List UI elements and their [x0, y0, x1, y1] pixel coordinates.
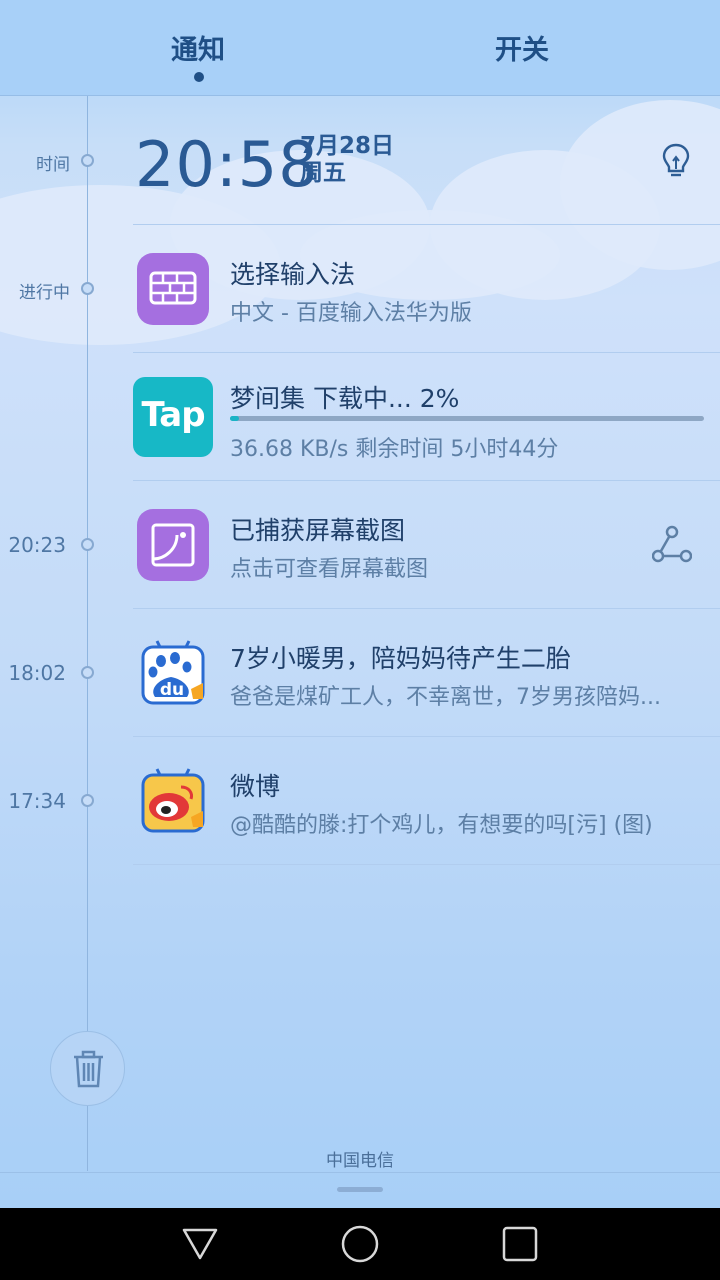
timeline-time: 18:02: [8, 661, 66, 685]
timeline-time: 17:34: [8, 789, 66, 813]
download-progress-fill: [230, 416, 240, 421]
drag-handle[interactable]: [337, 1187, 383, 1192]
lightbulb-icon[interactable]: [660, 142, 692, 184]
share-icon[interactable]: [651, 525, 693, 569]
timeline-label-ongoing: 进行中: [19, 283, 70, 303]
date-text: 7月28日: [300, 133, 395, 159]
timeline-time: 20:23: [8, 533, 66, 557]
notification-subtitle: 中文 - 百度输入法华为版: [230, 301, 472, 326]
notification-baidu-news[interactable]: du 7岁小暖男，陪妈妈待产生二胎 爸爸是煤矿工人，不幸离世，7岁男孩陪妈...: [133, 609, 720, 737]
notification-title: 梦间集 下载中... 2%: [230, 384, 460, 413]
home-button[interactable]: [340, 1224, 380, 1268]
timeline-dot: [81, 794, 94, 807]
baidu-icon-text: du: [159, 680, 185, 700]
divider: [0, 1172, 720, 1173]
notification-title: 微博: [230, 772, 281, 801]
tab-switches[interactable]: 开关: [442, 28, 602, 67]
timeline-dot: [81, 538, 94, 551]
notification-subtitle: 点击可查看屏幕截图: [230, 557, 429, 582]
back-icon: [182, 1228, 218, 1260]
timeline-line: [87, 96, 88, 1171]
notification-subtitle: 爸爸是煤矿工人，不幸离世，7岁男孩陪妈...: [230, 685, 661, 710]
screenshot-icon: [137, 509, 209, 581]
active-tab-indicator: [194, 72, 204, 82]
notification-title: 选择输入法: [230, 260, 356, 289]
notification-download[interactable]: Tap 梦间集 下载中... 2% 36.68 KB/s 剩余时间 5小时44分: [133, 353, 720, 481]
weibo-icon: [137, 765, 209, 837]
tap-icon-text: Tap: [141, 395, 205, 435]
notification-subtitle: @酷酷的滕:打个鸡儿，有想要的吗[污] (图): [230, 813, 653, 838]
notification-input-method[interactable]: 选择输入法 中文 - 百度输入法华为版: [133, 225, 720, 353]
notification-screenshot[interactable]: 已捕获屏幕截图 点击可查看屏幕截图: [133, 481, 720, 609]
recents-icon: [502, 1226, 538, 1262]
download-progress-bar: [230, 416, 704, 421]
navigation-bar: [0, 1208, 720, 1280]
notification-weibo[interactable]: 微博 @酷酷的滕:打个鸡儿，有想要的吗[污] (图): [133, 737, 720, 865]
trash-icon: [74, 1050, 103, 1088]
notification-title: 已捕获屏幕截图: [230, 516, 406, 545]
notification-shade: 通知 开关 时间 进行中 20:23 18:02 17:34 20:58 7月2…: [0, 0, 720, 1208]
keyboard-icon: [137, 253, 209, 325]
tab-bar: 通知 开关: [0, 0, 720, 96]
notification-subtitle: 36.68 KB/s 剩余时间 5小时44分: [230, 437, 559, 462]
weekday-text: 周五: [300, 160, 346, 186]
tab-notifications[interactable]: 通知: [118, 28, 278, 67]
timeline-dot: [81, 154, 94, 167]
clear-all-button[interactable]: [50, 1031, 125, 1106]
notification-title: 7岁小暖男，陪妈妈待产生二胎: [230, 644, 571, 673]
back-button[interactable]: [180, 1224, 220, 1268]
tap-icon: Tap: [133, 377, 213, 457]
baidu-icon: du: [137, 637, 209, 709]
home-icon: [341, 1225, 379, 1263]
timeline-label-time: 时间: [36, 155, 70, 175]
timeline-dot: [81, 282, 94, 295]
clock-time: 20:58: [135, 128, 319, 201]
carrier-label: 中国电信: [326, 1151, 394, 1171]
timeline-dot: [81, 666, 94, 679]
date-block: 7月28日 周五: [300, 133, 394, 187]
recents-button[interactable]: [500, 1224, 540, 1268]
